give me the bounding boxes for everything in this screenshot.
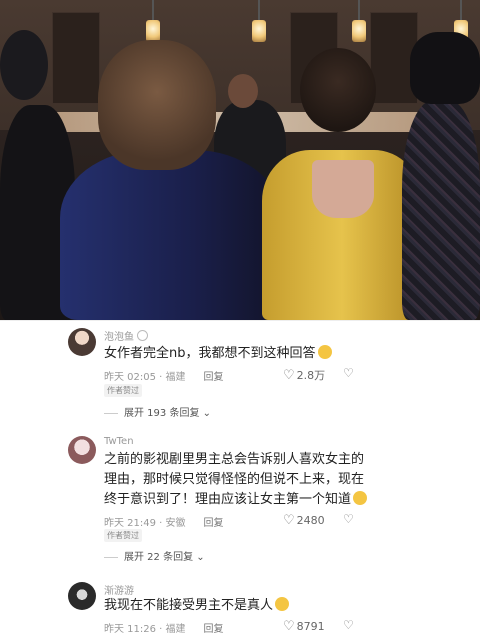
heart-icon: ♡ [283,513,295,528]
avatar[interactable] [68,328,96,356]
comment-meta: 昨天 21:49 · 安徽 回复 [104,518,224,529]
like-count: 2.8万 [296,369,326,382]
sweat-emoji-icon [353,491,368,505]
reply-button[interactable]: 回复 [204,372,224,383]
like-button[interactable]: ♡ 2480 [283,513,325,528]
person-blue-jacket [60,150,282,320]
expand-replies-button[interactable]: 展开 22 条回复 ⌄ [104,548,205,563]
comment-meta: 昨天 02:05 · 福建 回复 [104,372,224,383]
heart-icon: ♡ [283,619,295,634]
comment-text: 女作者完全nb，我都想不到这种回答 [104,344,372,364]
comment-text: 我现在不能接受男主不是真人 [104,596,372,616]
username[interactable]: 泡泡鱼 [104,328,148,343]
expand-replies-button[interactable]: 展开 193 条回复 ⌄ [104,404,211,419]
cabinet [52,12,100,104]
person-right [402,100,480,320]
divider [0,320,480,321]
pendant-lamp [146,0,160,42]
author-liked-badge: 作者赞过 [104,384,142,397]
like-button[interactable]: ♡ 8791 [283,619,325,634]
person-hood [410,32,480,104]
like-count: 2480 [296,514,325,527]
person-hair [300,48,376,132]
username[interactable]: TwTen [104,436,134,447]
pendant-lamp [352,0,366,42]
broken-heart-icon[interactable]: ♡ [343,512,354,526]
crying-emoji-icon [275,597,290,611]
avatar[interactable] [68,436,96,464]
person-head [228,74,258,108]
grin-emoji-icon [317,345,332,359]
broken-heart-icon[interactable]: ♡ [343,618,354,632]
comment-meta: 昨天 11:26 · 福建 回复 [104,624,224,635]
author-liked-badge: 作者赞过 [104,529,142,542]
reply-button[interactable]: 回复 [204,624,224,635]
comment-text: 之前的影视剧里男主总会告诉别人喜欢女主的理由，那时候只觉得怪怪的但说不上来，现在… [104,450,372,510]
avatar[interactable] [68,582,96,610]
user-tag-icon [137,330,148,341]
chevron-down-icon: ⌄ [196,552,205,563]
pendant-lamp [252,0,266,42]
video-frame[interactable] [0,0,480,320]
pendant-lamp [454,0,468,42]
person-hair [98,40,216,170]
heart-icon: ♡ [283,368,295,383]
like-button[interactable]: ♡ 2.8万 [283,367,325,383]
like-count: 8791 [296,620,325,633]
divider-line [104,556,118,558]
chevron-down-icon: ⌄ [202,408,212,419]
broken-heart-icon[interactable]: ♡ [343,366,354,380]
reply-button[interactable]: 回复 [204,518,224,529]
username[interactable]: 渐游游 [104,582,134,597]
person-back-skin [312,160,374,218]
person-head [0,30,48,100]
divider-line [104,412,118,414]
